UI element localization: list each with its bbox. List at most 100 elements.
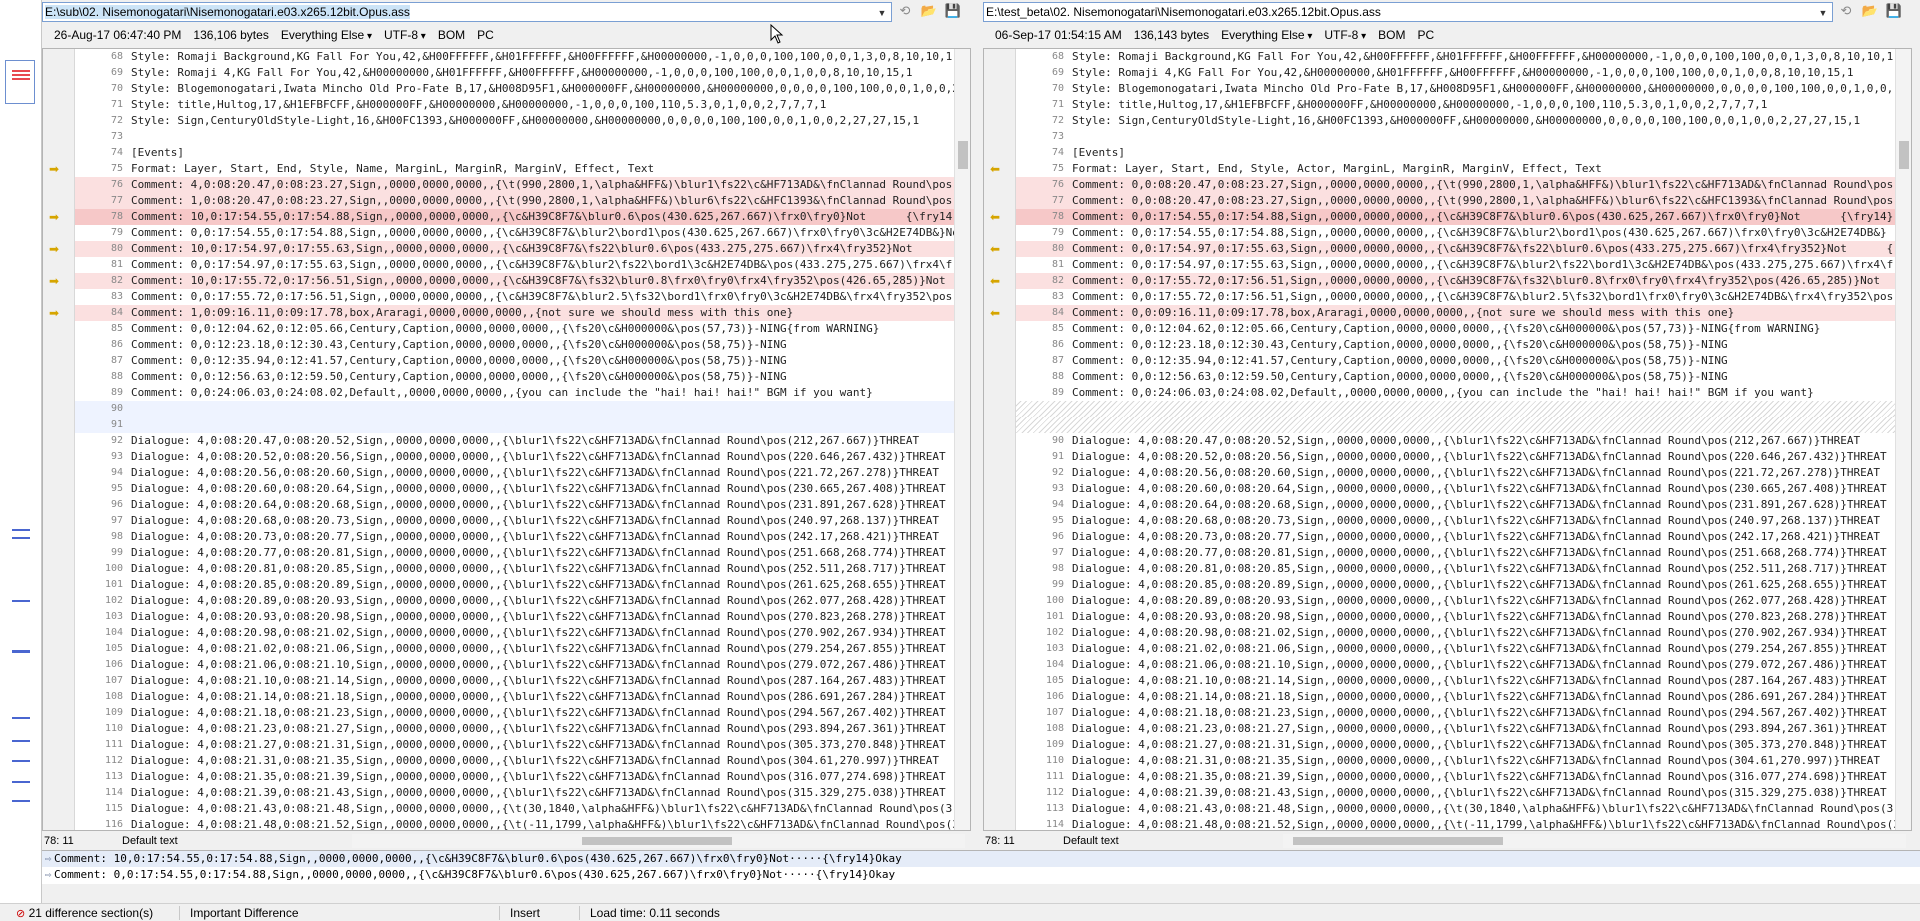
code-line[interactable]: 99 Dialogue: 4,0:08:20.85,0:08:20.89,Sign… <box>1016 577 1895 593</box>
code-line[interactable]: 93 Dialogue: 4,0:08:20.60,0:08:20.64,Sign… <box>1016 481 1895 497</box>
code-line[interactable]: 110 Dialogue: 4,0:08:21.23,0:08:21.27,Sig… <box>75 721 954 737</box>
code-line[interactable]: 79 Comment: 0,0:17:54.55,0:17:54.88,Sign,… <box>1016 225 1895 241</box>
right-path-text[interactable]: E:\test_beta\02. Nisemonogatari\Nisemono… <box>986 5 1381 19</box>
left-path-combobox[interactable]: E:\sub\02. Nisemonogatari\Nisemonogatari… <box>42 2 892 22</box>
copy-right-arrow-icon[interactable]: ➡ <box>49 210 69 224</box>
left-encoding-dropdown[interactable]: UTF-8 <box>384 28 426 42</box>
chevron-down-icon[interactable]: ▼ <box>875 5 889 20</box>
code-line[interactable]: 97 Dialogue: 4,0:08:20.68,0:08:20.73,Sign… <box>75 513 954 529</box>
code-line[interactable]: 115 Dialogue: 4,0:08:21.43,0:08:21.48,Sig… <box>75 801 954 817</box>
code-line[interactable]: 80 Comment: 0,0:17:54.97,0:17:55.63,Sign,… <box>1016 241 1895 257</box>
chevron-down-icon[interactable]: ▼ <box>1816 5 1830 20</box>
code-line[interactable]: 76 Comment: 0,0:08:20.47,0:08:23.27,Sign,… <box>1016 177 1895 193</box>
code-line[interactable]: 90 <box>75 401 954 417</box>
right-encoding-dropdown[interactable]: UTF-8 <box>1324 28 1366 42</box>
code-line[interactable]: 73 <box>75 129 954 145</box>
code-line[interactable]: 91 Dialogue: 4,0:08:20.52,0:08:20.56,Sign… <box>1016 449 1895 465</box>
code-line[interactable]: 73 <box>1016 129 1895 145</box>
code-line[interactable]: 94 Dialogue: 4,0:08:20.56,0:08:20.60,Sign… <box>75 465 954 481</box>
save-icon[interactable]: 💾 <box>942 1 964 21</box>
left-format-dropdown[interactable]: Everything Else <box>281 28 372 42</box>
code-line[interactable]: 95 Dialogue: 4,0:08:20.60,0:08:20.64,Sign… <box>75 481 954 497</box>
code-line[interactable]: 81 Comment: 0,0:17:54.97,0:17:55.63,Sign,… <box>1016 257 1895 273</box>
right-format-dropdown[interactable]: Everything Else <box>1221 28 1312 42</box>
code-line[interactable]: 113 Dialogue: 4,0:08:21.35,0:08:21.39,Sig… <box>75 769 954 785</box>
copy-left-arrow-icon[interactable]: ⬅ <box>990 274 1010 288</box>
code-line[interactable]: 108 Dialogue: 4,0:08:21.23,0:08:21.27,Sig… <box>1016 721 1895 737</box>
left-path-text[interactable]: E:\sub\02. Nisemonogatari\Nisemonogatari… <box>45 5 410 19</box>
scroll-thumb[interactable] <box>1293 837 1503 845</box>
code-line[interactable]: 80 Comment: 10,0:17:54.97,0:17:55.63,Sign… <box>75 241 954 257</box>
code-line[interactable]: 89 Comment: 0,0:24:06.03,0:24:08.02,Defau… <box>75 385 954 401</box>
code-line[interactable]: 75 Format: Layer, Start, End, Style, Acto… <box>1016 161 1895 177</box>
code-line[interactable]: 85 Comment: 0,0:12:04.62,0:12:05.66,Centu… <box>1016 321 1895 337</box>
scroll-thumb[interactable] <box>582 837 732 845</box>
code-line[interactable]: 98 Dialogue: 4,0:08:20.81,0:08:20.85,Sign… <box>1016 561 1895 577</box>
code-line[interactable]: 113 Dialogue: 4,0:08:21.43,0:08:21.48,Sig… <box>1016 801 1895 817</box>
code-line[interactable]: 94 Dialogue: 4,0:08:20.64,0:08:20.68,Sign… <box>1016 497 1895 513</box>
save-icon[interactable]: 💾 <box>1883 1 1905 21</box>
copy-left-arrow-icon[interactable]: ⬅ <box>990 210 1010 224</box>
code-line[interactable]: 114 Dialogue: 4,0:08:21.48,0:08:21.52,Sig… <box>1016 817 1895 830</box>
open-folder-icon[interactable]: 📂 <box>1859 1 1881 21</box>
code-line[interactable] <box>1016 401 1895 417</box>
code-line[interactable] <box>1016 417 1895 433</box>
code-line[interactable]: 98 Dialogue: 4,0:08:20.73,0:08:20.77,Sign… <box>75 529 954 545</box>
code-line[interactable]: 86 Comment: 0,0:12:23.18,0:12:30.43,Centu… <box>75 337 954 353</box>
code-line[interactable]: 101 Dialogue: 4,0:08:20.93,0:08:20.98,Sig… <box>1016 609 1895 625</box>
diff-overview-strip[interactable] <box>0 0 42 903</box>
code-line[interactable]: 96 Dialogue: 4,0:08:20.64,0:08:20.68,Sign… <box>75 497 954 513</box>
code-line[interactable]: 86 Comment: 0,0:12:23.18,0:12:30.43,Centu… <box>1016 337 1895 353</box>
sync-arrow-icon[interactable]: ⟲ <box>894 1 916 21</box>
open-folder-icon[interactable]: 📂 <box>918 1 940 21</box>
code-line[interactable]: 102 Dialogue: 4,0:08:20.98,0:08:21.02,Sig… <box>1016 625 1895 641</box>
code-line[interactable]: 111 Dialogue: 4,0:08:21.27,0:08:21.31,Sig… <box>75 737 954 753</box>
code-line[interactable]: 114 Dialogue: 4,0:08:21.39,0:08:21.43,Sig… <box>75 785 954 801</box>
left-text-editor[interactable]: 68 Style: Romaji Background,KG Fall For Y… <box>42 48 971 831</box>
code-line[interactable]: 88 Comment: 0,0:12:56.63,0:12:59.50,Centu… <box>75 369 954 385</box>
right-vertical-scrollbar[interactable] <box>1895 49 1911 830</box>
copy-right-arrow-icon[interactable]: ➡ <box>49 306 69 320</box>
code-line[interactable]: 83 Comment: 0,0:17:55.72,0:17:56.51,Sign,… <box>75 289 954 305</box>
right-eol-label[interactable]: PC <box>1418 28 1435 42</box>
code-line[interactable]: 88 Comment: 0,0:12:56.63,0:12:59.50,Centu… <box>1016 369 1895 385</box>
code-line[interactable]: 77 Comment: 1,0:08:20.47,0:08:23.27,Sign,… <box>75 193 954 209</box>
code-line[interactable]: 99 Dialogue: 4,0:08:20.77,0:08:20.81,Sign… <box>75 545 954 561</box>
code-line[interactable]: 83 Comment: 0,0:17:55.72,0:17:56.51,Sign,… <box>1016 289 1895 305</box>
code-line[interactable]: 71 Style: title,Hultog,17,&H1EFBFCFF,&H00… <box>75 97 954 113</box>
code-line[interactable]: 97 Dialogue: 4,0:08:20.77,0:08:20.81,Sign… <box>1016 545 1895 561</box>
code-line[interactable]: 85 Comment: 0,0:12:04.62,0:12:05.66,Centu… <box>75 321 954 337</box>
left-horizontal-scrollbar[interactable] <box>352 834 965 848</box>
code-line[interactable]: 68 Style: Romaji Background,KG Fall For Y… <box>75 49 954 65</box>
code-line[interactable]: 116 Dialogue: 4,0:08:21.48,0:08:21.52,Sig… <box>75 817 954 830</box>
copy-left-arrow-icon[interactable]: ⬅ <box>990 242 1010 256</box>
code-line[interactable]: 104 Dialogue: 4,0:08:21.06,0:08:21.10,Sig… <box>1016 657 1895 673</box>
code-line[interactable]: 68 Style: Romaji Background,KG Fall For Y… <box>1016 49 1895 65</box>
code-line[interactable]: 110 Dialogue: 4,0:08:21.31,0:08:21.35,Sig… <box>1016 753 1895 769</box>
code-line[interactable]: 90 Dialogue: 4,0:08:20.47,0:08:20.52,Sign… <box>1016 433 1895 449</box>
code-line[interactable]: 87 Comment: 0,0:12:35.94,0:12:41.57,Centu… <box>1016 353 1895 369</box>
code-line[interactable]: 103 Dialogue: 4,0:08:21.02,0:08:21.06,Sig… <box>1016 641 1895 657</box>
code-line[interactable]: 104 Dialogue: 4,0:08:20.98,0:08:21.02,Sig… <box>75 625 954 641</box>
scroll-thumb[interactable] <box>958 141 968 169</box>
right-horizontal-scrollbar[interactable] <box>1283 834 1906 848</box>
right-path-combobox[interactable]: E:\test_beta\02. Nisemonogatari\Nisemono… <box>983 2 1833 22</box>
code-line[interactable]: 77 Comment: 0,0:08:20.47,0:08:23.27,Sign,… <box>1016 193 1895 209</box>
code-line[interactable]: 74 [Events] <box>1016 145 1895 161</box>
code-line[interactable]: 109 Dialogue: 4,0:08:21.27,0:08:21.31,Sig… <box>1016 737 1895 753</box>
code-line[interactable]: 91 <box>75 417 954 433</box>
left-bom-label[interactable]: BOM <box>438 28 465 42</box>
code-line[interactable]: 106 Dialogue: 4,0:08:21.06,0:08:21.10,Sig… <box>75 657 954 673</box>
code-line[interactable]: 82 Comment: 10,0:17:55.72,0:17:56.51,Sign… <box>75 273 954 289</box>
code-line[interactable]: 78 Comment: 0,0:17:54.55,0:17:54.88,Sign,… <box>1016 209 1895 225</box>
copy-left-arrow-icon[interactable]: ⬅ <box>990 162 1010 176</box>
code-line[interactable]: 100 Dialogue: 4,0:08:20.89,0:08:20.93,Sig… <box>1016 593 1895 609</box>
code-line[interactable]: 93 Dialogue: 4,0:08:20.52,0:08:20.56,Sign… <box>75 449 954 465</box>
code-line[interactable]: 84 Comment: 0,0:09:16.11,0:09:17.78,box,A… <box>1016 305 1895 321</box>
code-line[interactable]: 108 Dialogue: 4,0:08:21.14,0:08:21.18,Sig… <box>75 689 954 705</box>
code-line[interactable]: 111 Dialogue: 4,0:08:21.35,0:08:21.39,Sig… <box>1016 769 1895 785</box>
code-line[interactable]: 101 Dialogue: 4,0:08:20.85,0:08:20.89,Sig… <box>75 577 954 593</box>
code-line[interactable]: 71 Style: title,Hultog,17,&H1EFBFCFF,&H00… <box>1016 97 1895 113</box>
line-detail-panel[interactable]: ⇨ Comment: 10,0:17:54.55,0:17:54.88,Sign… <box>42 850 1920 884</box>
code-line[interactable]: 105 Dialogue: 4,0:08:21.10,0:08:21.14,Sig… <box>1016 673 1895 689</box>
